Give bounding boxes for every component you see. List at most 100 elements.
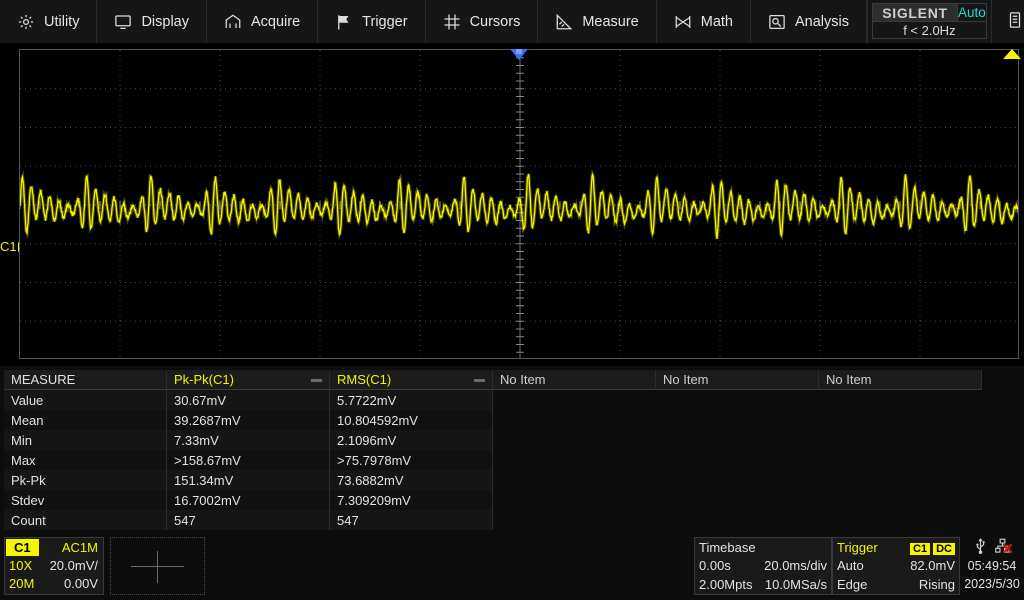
- run-state-badge[interactable]: Auto: [958, 3, 987, 22]
- measure-row: Count547547: [4, 510, 982, 530]
- collapse-column-button[interactable]: [474, 379, 485, 382]
- oscilloscope-screen: Utility Display Acquire: [0, 0, 1024, 600]
- measure-value-1-3: 7.33mV: [167, 430, 330, 450]
- cursors-grid-icon: [443, 13, 461, 31]
- channel-offset: 0.00V: [64, 576, 103, 591]
- measure-column-header-2[interactable]: RMS(C1): [330, 370, 493, 390]
- trigger-source-badge: C1: [910, 543, 930, 555]
- menu-item-trigger[interactable]: Trigger: [318, 0, 425, 43]
- flag-icon: [335, 13, 353, 31]
- analysis-icon: [768, 13, 786, 31]
- timebase-delay: 0.00s: [699, 558, 731, 573]
- waveform-trace: [20, 50, 1019, 359]
- measure-column-header-4[interactable]: No Item: [656, 370, 819, 390]
- measure-value-2-2: 10.804592mV: [330, 410, 493, 430]
- channel-name-badge: C1: [6, 539, 39, 556]
- timebase-memory-depth: 2.00Mpts: [699, 577, 752, 592]
- math-icon: [674, 13, 692, 31]
- trigger-panel[interactable]: Trigger C1DC Auto 82.0mV Edge Rising: [832, 537, 960, 595]
- measure-row: Mean39.2687mV10.804592mV: [4, 410, 982, 430]
- ruler-triangle-icon: [555, 13, 573, 31]
- trigger-level: 82.0mV: [910, 558, 955, 573]
- measure-value-2-5: 73.6882mV: [330, 470, 493, 490]
- measure-row-label: Value: [4, 390, 167, 410]
- menu-item-label: Cursors: [470, 14, 521, 30]
- monitor-icon: [114, 13, 132, 31]
- usb-icon: [974, 537, 987, 557]
- measure-row: Value30.67mV5.7722mV: [4, 390, 982, 410]
- menu-item-acquire[interactable]: Acquire: [207, 0, 318, 43]
- menu-item-label: Acquire: [251, 14, 300, 30]
- trigger-coupling-badge: DC: [933, 543, 955, 555]
- siglent-logo: SIGLENT: [872, 3, 958, 22]
- measure-value-1-2: 39.2687mV: [167, 410, 330, 430]
- measure-row: Max>158.67mV>75.7978mV: [4, 450, 982, 470]
- trigger-title: Trigger: [837, 540, 878, 555]
- trigger-mode: Auto: [837, 558, 864, 573]
- measure-column-header-5[interactable]: No Item: [819, 370, 982, 390]
- measure-row-label: Pk-Pk: [4, 470, 167, 490]
- measure-value-2-7: 547: [330, 510, 493, 530]
- waveform-area: C1: [0, 44, 1024, 366]
- measure-value-1-7: 547: [167, 510, 330, 530]
- timebase-title: Timebase: [699, 540, 756, 555]
- measure-header-row: MEASUREPk-Pk(C1)RMS(C1)No ItemNo ItemNo …: [4, 370, 982, 390]
- lan-disconnected-icon: [995, 538, 1010, 557]
- menu-item-math[interactable]: Math: [657, 0, 751, 43]
- measure-value-1-1: 30.67mV: [167, 390, 330, 410]
- trigger-slope: Rising: [919, 577, 955, 592]
- menu-item-display[interactable]: Display: [97, 0, 207, 43]
- measure-row-label: Mean: [4, 410, 167, 430]
- channel-trace-label: C1: [0, 239, 17, 254]
- notepad-icon: [1006, 11, 1024, 33]
- trigger-type: Edge: [837, 577, 867, 592]
- channel-bandwidth: 20M: [5, 576, 34, 591]
- measure-value-2-6: 7.309209mV: [330, 490, 493, 510]
- menu-item-channel-c1[interactable]: C1: [992, 0, 1024, 43]
- measure-title: MEASURE: [4, 370, 167, 390]
- menu-item-label: Measure: [582, 14, 638, 30]
- add-channel-button[interactable]: [110, 537, 205, 595]
- measure-row-label: Max: [4, 450, 167, 470]
- trigger-level-marker[interactable]: [1003, 49, 1021, 59]
- menu-item-analysis[interactable]: Analysis: [751, 0, 867, 43]
- measure-row: Min7.33mV2.1096mV: [4, 430, 982, 450]
- measure-value-1-5: 151.34mV: [167, 470, 330, 490]
- waveform-grid[interactable]: [19, 49, 1019, 359]
- measure-value-1-4: >158.67mV: [167, 450, 330, 470]
- measure-value-2-1: 5.7722mV: [330, 390, 493, 410]
- status-clock-block: 05:49:54 2023/5/30: [962, 537, 1022, 595]
- acquire-icon: [224, 13, 242, 31]
- menu-item-measure[interactable]: Measure: [538, 0, 656, 43]
- measure-row-label: Count: [4, 510, 167, 530]
- top-menu-bar: Utility Display Acquire: [0, 0, 1024, 44]
- gear-icon: [17, 13, 35, 31]
- channel-coupling: AC1M: [62, 540, 103, 555]
- measure-column-header-1[interactable]: Pk-Pk(C1): [167, 370, 330, 390]
- menu-item-utility[interactable]: Utility: [0, 0, 97, 43]
- measure-row: Stdev16.7002mV7.309209mV: [4, 490, 982, 510]
- brand-status-block: SIGLENT Auto f < 2.0Hz: [868, 0, 992, 43]
- timebase-panel[interactable]: Timebase 0.00s 20.0ms/div 2.00Mpts 10.0M…: [694, 537, 832, 595]
- measure-value-1-6: 16.7002mV: [167, 490, 330, 510]
- menu-item-label: Utility: [44, 14, 79, 30]
- collapse-column-button[interactable]: [311, 379, 322, 382]
- timebase-scale: 20.0ms/div: [764, 558, 827, 573]
- frequency-readout: f < 2.0Hz: [872, 22, 987, 39]
- measure-column-header-3[interactable]: No Item: [493, 370, 656, 390]
- menu-item-label: Analysis: [795, 14, 849, 30]
- measure-row-label: Stdev: [4, 490, 167, 510]
- status-date: 2023/5/30: [962, 575, 1022, 593]
- channel-vertical-scale: 20.0mV/: [50, 558, 103, 573]
- trigger-position-marker[interactable]: [510, 49, 528, 60]
- measure-row: Pk-Pk151.34mV73.6882mV: [4, 470, 982, 490]
- measure-value-2-3: 2.1096mV: [330, 430, 493, 450]
- timebase-sample-rate: 10.0MSa/s: [765, 577, 827, 592]
- channel-probe-ratio: 10X: [5, 558, 32, 573]
- menu-item-cursors[interactable]: Cursors: [426, 0, 539, 43]
- status-time: 05:49:54: [962, 557, 1022, 575]
- channel-settings-c1[interactable]: C1 AC1M 10X 20.0mV/ 20M 0.00V: [4, 537, 104, 595]
- measure-panel: MEASUREPk-Pk(C1)RMS(C1)No ItemNo ItemNo …: [0, 366, 1024, 532]
- menu-item-label: Math: [701, 14, 733, 30]
- bottom-status-bar: C1 AC1M 10X 20.0mV/ 20M 0.00V Timebase 0…: [0, 532, 1024, 600]
